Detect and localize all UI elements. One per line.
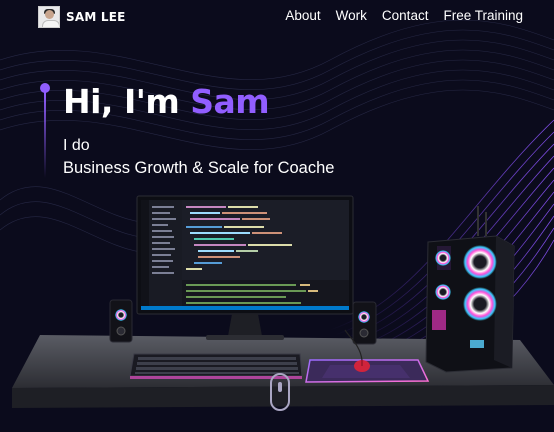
hero-greeting: Hi, I'm	[63, 82, 191, 121]
nav-link-contact[interactable]: Contact	[382, 8, 429, 23]
speaker-right	[352, 301, 377, 345]
brand-link[interactable]: SAM LEE	[38, 5, 126, 29]
hero-subtitle-line1: I do	[63, 137, 90, 154]
mouse	[354, 360, 370, 372]
scroll-wheel-dot	[278, 382, 282, 392]
nav-link-work[interactable]: Work	[336, 8, 367, 23]
desktop-monitor	[136, 195, 354, 340]
nav-link-about[interactable]: About	[285, 8, 320, 23]
speaker-left	[109, 299, 133, 343]
hero-subtitle-line2: Business Growth & Scale for Coache	[63, 159, 335, 177]
pc-tower	[425, 206, 515, 373]
avatar	[38, 6, 60, 28]
scroll-down-mouse-icon[interactable]	[270, 373, 290, 411]
nav-menu: About Work Contact Free Training	[285, 8, 523, 23]
top-navbar: SAM LEE About Work Contact Free Training	[0, 0, 554, 34]
hero-title: Hi, I'm Sam	[63, 80, 270, 124]
hero-name: Sam	[190, 82, 270, 121]
timeline-line	[44, 92, 46, 178]
nav-link-free-training[interactable]: Free Training	[443, 8, 523, 23]
brand-name: SAM LEE	[66, 10, 126, 24]
